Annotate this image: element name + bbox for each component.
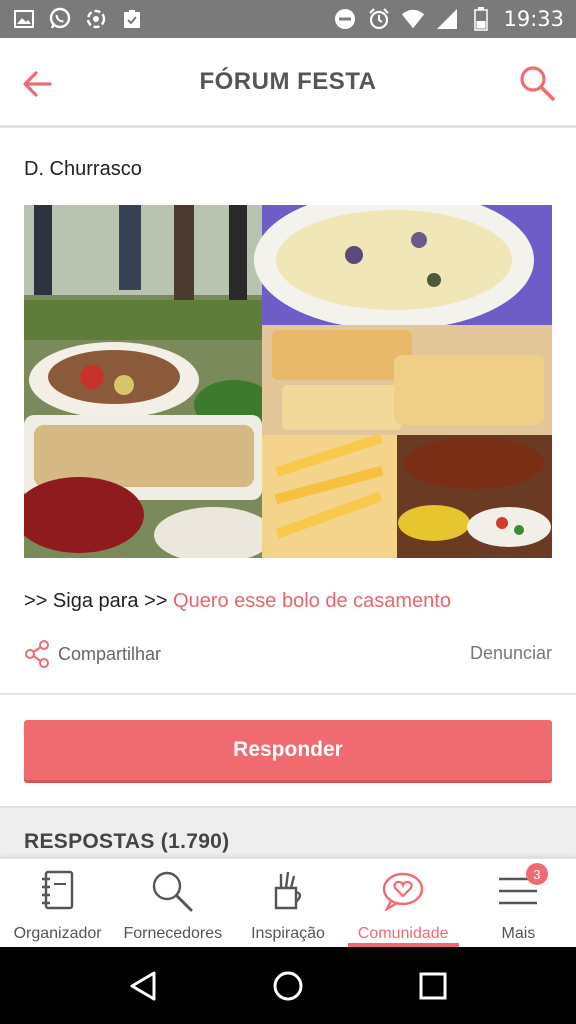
whatsapp-icon [48, 7, 72, 31]
share-label: Compartilhar [58, 643, 162, 664]
divider [0, 693, 576, 695]
tab-label: Mais [501, 925, 536, 942]
wifi-icon [401, 7, 425, 31]
sync-icon [84, 7, 108, 31]
reply-button[interactable]: Responder [24, 720, 552, 780]
pencil-cup-icon [266, 869, 310, 913]
post-image[interactable] [24, 205, 552, 558]
share-button[interactable]: Compartilhar [24, 640, 161, 668]
battery-icon [469, 7, 493, 31]
notebook-icon [36, 869, 80, 913]
back-button[interactable] [20, 66, 56, 102]
heart-bubble-icon [381, 869, 425, 913]
alarm-icon [367, 7, 391, 31]
answers-header: RESPOSTAS (1.790) [0, 806, 576, 860]
notification-badge: 3 [525, 863, 548, 885]
do-not-disturb-icon [333, 7, 357, 31]
tab-organizador[interactable]: Organizador [0, 859, 115, 947]
tab-comunidade[interactable]: Comunidade [346, 859, 461, 947]
clock-time: 19:33 [503, 7, 564, 31]
nav-recents-button[interactable] [413, 966, 453, 1006]
arrow-left-icon [23, 71, 52, 97]
food-collage-image [24, 205, 552, 558]
signal-icon [435, 7, 459, 31]
follow-line: >> Siga para >> Quero esse bolo de casam… [24, 590, 451, 613]
system-nav-bar [0, 947, 576, 1024]
follow-prefix: >> Siga para >> [24, 590, 174, 612]
bottom-tab-bar: Organizador Fornecedores Inspiração Comu… [0, 858, 576, 947]
triangle-back-icon [130, 971, 156, 1000]
square-recents-icon [419, 972, 447, 999]
answers-title: RESPOSTAS (1.790) [24, 830, 230, 853]
tab-mais[interactable]: 3 Mais [461, 859, 576, 947]
report-button[interactable]: Denunciar [470, 643, 552, 664]
tab-fornecedores[interactable]: Fornecedores [115, 859, 230, 947]
status-bar: 19:33 [0, 0, 576, 38]
nav-home-button[interactable] [268, 966, 308, 1006]
tab-label: Inspiração [251, 925, 325, 942]
follow-link[interactable]: Quero esse bolo de casamento [173, 590, 451, 612]
image-icon [12, 7, 36, 31]
clipboard-check-icon [120, 7, 144, 31]
tab-inspiracao[interactable]: Inspiração [230, 859, 345, 947]
nav-back-button[interactable] [123, 966, 163, 1006]
tab-label: Fornecedores [123, 925, 223, 942]
post-title: D. Churrasco [24, 158, 142, 180]
page-title: FÓRUM FESTA [199, 67, 377, 95]
magnifier-icon [151, 869, 195, 913]
search-button[interactable] [518, 64, 556, 102]
tab-label: Organizador [13, 925, 102, 942]
tab-label: Comunidade [357, 925, 449, 942]
circle-home-icon [273, 971, 303, 1000]
search-icon [520, 66, 555, 101]
app-bar: FÓRUM FESTA [0, 38, 576, 128]
share-icon [25, 640, 49, 668]
